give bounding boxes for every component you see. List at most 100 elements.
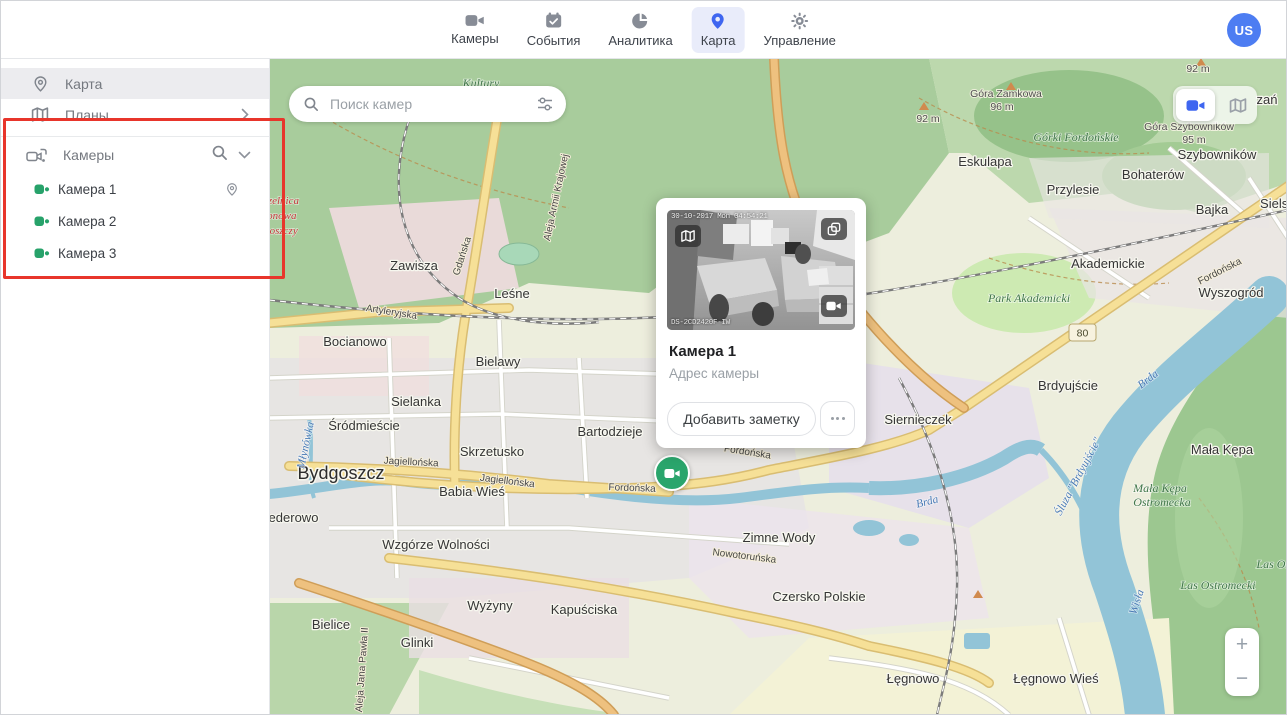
add-note-button[interactable]: Добавить заметку xyxy=(667,402,816,436)
map-label: 92 m xyxy=(1186,63,1210,75)
tab-analytics[interactable]: Аналитика xyxy=(599,7,681,53)
map-label: Bohaterów xyxy=(1122,167,1185,182)
map-label: Siernieczek xyxy=(884,412,952,427)
map-label: Góra Zamkowa xyxy=(970,88,1042,100)
popup-camera-address: Адрес камеры xyxy=(669,366,759,381)
show-on-map-button[interactable] xyxy=(675,225,701,247)
more-icon xyxy=(836,417,839,420)
map-label: Eskulapa xyxy=(958,154,1012,169)
map-label: Górki Fordońskie xyxy=(1033,130,1119,144)
map-label: Mała Kępa xyxy=(1191,442,1254,457)
map-label: Bielawy xyxy=(476,354,521,369)
chevron-right-icon xyxy=(241,108,249,121)
user-avatar[interactable]: US xyxy=(1227,13,1261,47)
tab-management[interactable]: Управление xyxy=(755,7,845,53)
app-window: 80 Zawisza Leśne Bocianowo Bielawy Sielanka Ś… xyxy=(0,0,1287,715)
camera-search-bar xyxy=(289,86,566,122)
camera-list-item[interactable]: Камера 2 xyxy=(1,205,269,237)
cameras-section-header[interactable]: Камеры xyxy=(1,137,269,173)
more-options-button[interactable] xyxy=(820,401,855,436)
chevron-down-icon[interactable] xyxy=(238,146,251,164)
search-cameras-icon[interactable] xyxy=(211,144,228,166)
map-label: Łęgnowo xyxy=(887,671,940,686)
sidebar-item-label: Планы xyxy=(65,107,241,123)
map-label: Bielice xyxy=(312,617,350,632)
calendar-event-icon xyxy=(545,12,563,30)
live-video-icon[interactable] xyxy=(821,295,847,317)
map-label: 95 m xyxy=(1182,134,1206,146)
search-icon xyxy=(303,96,319,112)
map-label: Bartodzieje xyxy=(577,424,642,439)
map-label: Mała Kępa xyxy=(1132,481,1187,495)
sidebar: Карта Планы Камеры xyxy=(1,58,270,714)
camera-status-icon xyxy=(33,215,51,228)
map-label: Las Ostromecki xyxy=(1255,557,1286,571)
more-icon xyxy=(831,417,834,420)
map-label: zań xyxy=(1257,92,1278,107)
map-label: Babia Wieś xyxy=(439,484,505,499)
gear-icon xyxy=(791,12,809,30)
map-label: Czersko Polskie xyxy=(772,589,865,604)
nav-tabs: Камеры События Аналитика Карта Управлени… xyxy=(442,1,845,58)
map-label: Park Akademicki xyxy=(987,291,1070,305)
camera-map-marker[interactable] xyxy=(654,455,690,491)
map-label: Strzelnica xyxy=(269,195,299,207)
map-label: Akademickie xyxy=(1071,256,1145,271)
map-label: garnizonowa xyxy=(269,210,297,222)
map-label: Bocianowo xyxy=(323,334,387,349)
zoom-in-button[interactable]: + xyxy=(1225,628,1259,662)
zoom-control: + − xyxy=(1225,628,1259,696)
camera-list-item[interactable]: Камера 1 xyxy=(1,173,269,205)
top-navigation: Камеры События Аналитика Карта Управлени… xyxy=(1,1,1286,59)
camera-name: Камера 1 xyxy=(58,182,225,197)
map-layer-button[interactable] xyxy=(1218,89,1257,121)
location-pin-outline-icon xyxy=(29,75,51,93)
cameras-layer-button[interactable] xyxy=(1176,89,1215,121)
camera-thumbnail[interactable]: 30-10-2017 Mon 04:54:21 DS-2CD2420F-IW xyxy=(667,210,855,330)
map-label: 92 m xyxy=(916,113,940,125)
tab-events[interactable]: События xyxy=(518,7,590,53)
map-label: Bajka xyxy=(1196,202,1229,217)
pinned-location-icon[interactable] xyxy=(225,182,239,197)
camera-list-item[interactable]: Камера 3 xyxy=(1,237,269,269)
map-label: Glinki xyxy=(401,635,434,650)
map-layer-toggle xyxy=(1173,86,1257,124)
sidebar-item-label: Карта xyxy=(65,76,255,92)
pie-chart-icon xyxy=(632,12,650,30)
tab-label: Карта xyxy=(701,33,736,48)
camera-list: Камера 1 Камера 2 Камера 3 xyxy=(1,173,269,269)
tab-map[interactable]: Карта xyxy=(692,7,745,53)
map-label: Łęgnowo Wieś xyxy=(1013,671,1099,686)
map-label: Sielanka xyxy=(391,394,442,409)
camera-status-icon xyxy=(33,183,51,196)
map-label: Bydgoszczy xyxy=(269,225,298,237)
tab-label: Камеры xyxy=(451,31,499,46)
sidebar-item-plans[interactable]: Планы xyxy=(1,99,269,130)
map-label: Zimne Wody xyxy=(743,530,816,545)
tab-label: События xyxy=(527,33,581,48)
map-label: Leśne xyxy=(494,286,529,301)
zoom-out-button[interactable]: − xyxy=(1225,662,1259,696)
copy-view-icon[interactable] xyxy=(821,218,847,240)
tab-label: Аналитика xyxy=(608,33,672,48)
map-label: Sielska xyxy=(1260,196,1286,211)
map-area: 80 Zawisza Leśne Bocianowo Bielawy Sielanka Ś… xyxy=(269,58,1286,714)
map-label: Przylesie xyxy=(1047,182,1100,197)
thumbnail-timestamp: 30-10-2017 Mon 04:54:21 xyxy=(671,213,768,221)
map-label: Szwederowo xyxy=(269,510,318,525)
map-label: Bydgoszcz xyxy=(297,463,384,483)
filter-sliders-icon[interactable] xyxy=(536,96,554,112)
camera-popup-card: 30-10-2017 Mon 04:54:21 DS-2CD2420F-IW К… xyxy=(656,198,866,448)
camera-status-icon xyxy=(33,247,51,260)
map-label: Zawisza xyxy=(390,258,438,273)
sidebar-item-map[interactable]: Карта xyxy=(1,68,269,99)
svg-text:80: 80 xyxy=(1077,328,1089,340)
camera-name: Камера 3 xyxy=(58,246,255,261)
tab-cameras[interactable]: Камеры xyxy=(442,8,508,51)
map-label: Śródmieście xyxy=(328,418,400,433)
thumbnail-camera-model: DS-2CD2420F-IW xyxy=(671,319,730,327)
map-label: Wyszogród xyxy=(1199,285,1264,300)
map-label: Wyżyny xyxy=(467,598,513,613)
search-input[interactable] xyxy=(328,95,536,113)
camera-name: Камера 2 xyxy=(58,214,255,229)
